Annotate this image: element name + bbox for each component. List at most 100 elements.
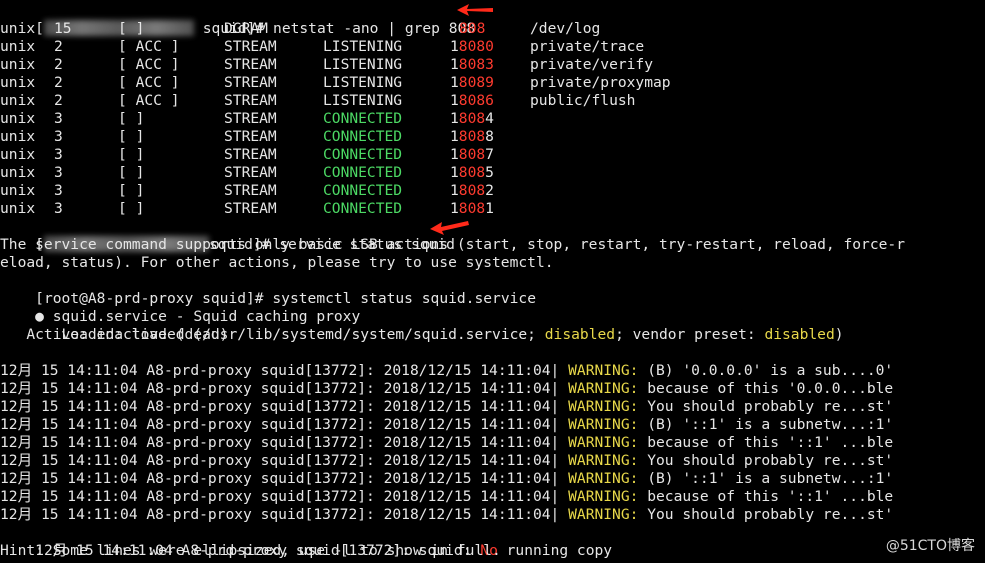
red-arrow-icon — [457, 4, 493, 16]
service-message-line: eload, status). For other actions, pleas… — [0, 254, 554, 271]
port-suffix: 1 — [485, 200, 494, 217]
port-match: 808 — [458, 182, 486, 199]
warning-label: WARNING: — [568, 470, 639, 487]
flags-cell: [ ACC ] — [118, 56, 180, 73]
port-suffix: 5 — [485, 164, 494, 181]
proto-cell: unix — [0, 200, 36, 217]
log-message: (B) '::1' is a subnetw...:1' — [638, 470, 894, 487]
state-cell: CONNECTED — [323, 164, 403, 181]
port-match: 8086 — [458, 92, 494, 109]
warning-label: WARNING: — [568, 434, 639, 451]
type-cell: STREAM — [224, 182, 277, 199]
log-prefix: 12月 15 14:11:04 A8-prd-proxy squid[13772… — [0, 470, 569, 487]
service-message-line: The service command supports only basic … — [0, 236, 905, 253]
log-message: (B) '::1' is a subnetw...:1' — [638, 416, 894, 433]
command-text: netstat -ano | grep 808 — [273, 20, 476, 37]
path-cell: private/proxymap — [530, 74, 671, 91]
warning-label: WARNING: — [568, 380, 639, 397]
state-cell: CONNECTED — [323, 128, 403, 145]
flags-cell: [ ] — [118, 164, 145, 181]
proto-cell: unix — [0, 56, 36, 73]
refcnt-cell: 3 — [54, 110, 63, 127]
log-rest: running copy — [497, 542, 613, 559]
port-cell: 808 — [459, 20, 485, 38]
flags-cell: [ ACC ] — [118, 38, 180, 55]
log-line: 12月 15 14:11:04 A8-prd-proxy squid[13772… — [0, 488, 893, 506]
prompt-open-bracket: [ — [35, 20, 44, 37]
warning-label: WARNING: — [568, 398, 639, 415]
refcnt-cell: 3 — [54, 182, 63, 199]
port-suffix: 2 — [485, 182, 494, 199]
state-cell: LISTENING — [323, 38, 403, 55]
prompt-line-netstat: [ squid]# netstat -ano | grep 808 — [0, 2, 475, 37]
proto-cell: unix — [0, 110, 36, 127]
terminal-window[interactable]: [ squid]# netstat -ano | grep 808 unix 1 5… — [0, 0, 985, 563]
flags-cell: [ ACC ] — [118, 92, 180, 109]
log-prefix: 12月 15 14:11:04 A8-prd-proxy squid[13772… — [0, 506, 569, 523]
proto-cell: unix — [0, 74, 36, 91]
port-prefix: 1 — [450, 182, 459, 199]
refcnt-cell: 2 — [54, 74, 63, 91]
port-match: 808 — [458, 200, 486, 217]
port-prefix: 1 — [450, 200, 459, 217]
port-suffix: 7 — [485, 146, 494, 163]
port-cell: 18084 — [450, 110, 494, 128]
log-line: 12月 15 14:11:04 A8-prd-proxy squid[13772… — [0, 362, 893, 380]
type-cell: STREAM — [224, 200, 277, 217]
type-cell: STREAM — [224, 56, 277, 73]
log-line: 12月 15 14:11:04 A8-prd-proxy squid[13772… — [0, 398, 893, 416]
port-cell: 18085 — [450, 164, 494, 182]
port-prefix: 1 — [450, 56, 459, 73]
proto-cell: unix — [0, 182, 36, 199]
refcnt-cell: 3 — [54, 164, 63, 181]
warning-label: WARNING: — [568, 488, 639, 505]
type-cell: STREAM — [224, 92, 277, 109]
flags-cell: [ ] — [118, 146, 145, 163]
port-match: 808 — [459, 20, 486, 37]
port-cell: 18081 — [450, 200, 494, 218]
proto-cell: unix — [0, 128, 36, 145]
proto-cell: unix — [0, 92, 36, 109]
state-cell: CONNECTED — [323, 146, 403, 163]
proto-cell: unix — [0, 164, 36, 181]
log-prefix: 12月 15 14:11:04 A8-prd-proxy squid[13772… — [0, 362, 569, 379]
port-match: 8089 — [458, 74, 494, 91]
log-line: 12月 15 14:11:04 A8-prd-proxy squid[13772… — [0, 452, 893, 470]
flags-cell: [ ] — [118, 128, 145, 145]
port-cell: 18082 — [450, 182, 494, 200]
state-cell: LISTENING — [323, 92, 403, 109]
warning-label: WARNING: — [568, 362, 639, 379]
loaded-line: Loaded: loaded (/usr/lib/systemd/system/… — [0, 308, 844, 343]
refcnt-cell: 3 — [54, 200, 63, 217]
state-cell: CONNECTED — [323, 110, 403, 127]
port-match: 808 — [458, 146, 486, 163]
log-line: 12月 15 14:11:04 A8-prd-proxy squid[13772… — [0, 506, 893, 524]
proto-cell: unix — [0, 20, 36, 37]
port-cell: 18080 — [450, 38, 494, 56]
type-cell: STREAM — [224, 74, 277, 91]
port-prefix: 1 — [450, 110, 459, 127]
port-suffix: 4 — [485, 110, 494, 127]
active-line: Active: inactive (dead) — [0, 326, 229, 343]
warning-label: WARNING: — [568, 506, 639, 523]
port-prefix: 1 — [450, 146, 459, 163]
port-suffix: 8 — [485, 128, 494, 145]
path-cell: /dev/log — [530, 20, 601, 37]
log-message: because of this '::1' ...ble — [638, 434, 894, 451]
log-message: You should probably re...st' — [638, 398, 894, 415]
refcnt-cell: 3 — [54, 146, 63, 163]
type-cell: STREAM — [224, 128, 277, 145]
refcnt-cell: 2 — [54, 56, 63, 73]
log-message: because of this '0.0.0...ble — [638, 380, 894, 397]
hint-line: Hint: Some lines were ellipsized, use -l… — [0, 542, 501, 559]
refcnt-cell: 2 — [54, 92, 63, 109]
state-cell: LISTENING — [323, 56, 403, 73]
port-cell: 18083 — [450, 56, 494, 74]
proto-cell: unix — [0, 38, 36, 55]
log-message: because of this '::1' ...ble — [638, 488, 894, 505]
loaded-end: ) — [834, 326, 844, 343]
port-prefix: 1 — [450, 128, 459, 145]
state-cell: LISTENING — [323, 74, 403, 91]
unit-title-line: ● squid.service - Squid caching proxy — [0, 290, 360, 325]
port-prefix: 1 — [450, 38, 459, 55]
